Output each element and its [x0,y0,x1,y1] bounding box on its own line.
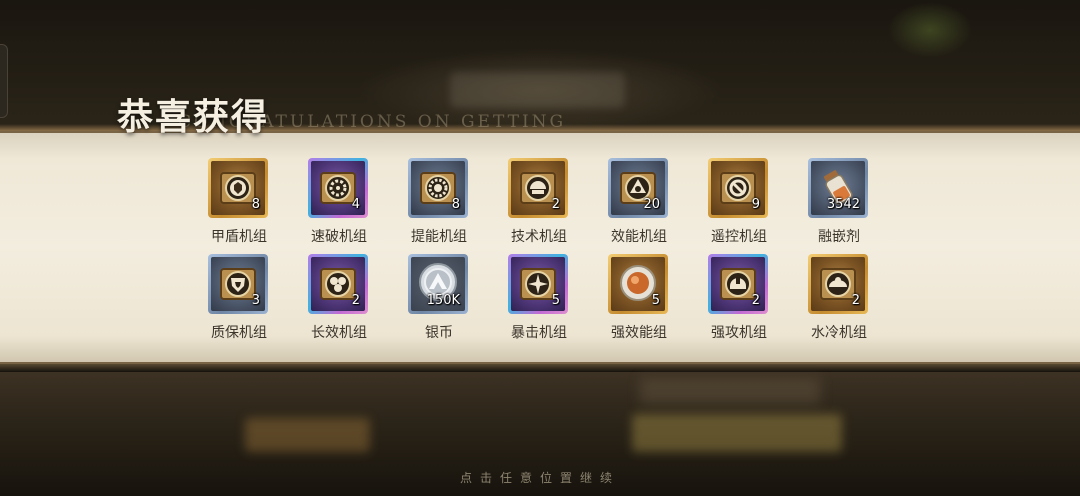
item-count: 2 [851,293,860,308]
item-count: 8 [451,197,460,212]
reward-item[interactable]: 150K 银币 [407,254,471,341]
item-frame: 9 [708,158,768,218]
item-count: 5 [551,293,560,308]
item-label: 强攻机组 [711,325,767,341]
item-frame: 2 [708,254,768,314]
item-frame: 2 [308,254,368,314]
tap-to-continue-hint: 点击任意位置继续 [459,471,620,485]
reward-item[interactable]: 9 遥控机组 [707,158,771,245]
item-frame: 8 [208,158,268,218]
title-heading: 恭喜获得 [117,96,270,138]
item-count: 5 [651,293,660,308]
reward-item[interactable]: 5 暴击机组 [507,254,571,341]
reward-item[interactable]: 2 技术机组 [507,158,571,245]
item-label: 提能机组 [411,229,467,245]
item-frame: 5 [608,254,668,314]
item-count: 2 [351,293,360,308]
reward-item[interactable]: 8 甲盾机组 [207,158,271,245]
blurred-top-bar [450,72,625,108]
item-count: 150K [426,293,460,308]
item-frame: 2 [808,254,868,314]
reward-item[interactable]: 2 长效机组 [307,254,371,341]
item-frame: 2 [508,158,568,218]
blurred-button-right [632,414,842,452]
item-frame: 3542 [808,158,868,218]
item-label: 效能机组 [611,229,667,245]
item-label: 质保机组 [211,325,267,341]
blurred-bottom-light [640,378,820,404]
item-frame: 20 [608,158,668,218]
item-label: 遥控机组 [711,229,767,245]
reward-item[interactable]: 5 强效能组 [607,254,671,341]
item-count: 4 [351,197,360,212]
reward-item[interactable]: 3542 融嵌剂 [807,158,871,245]
item-count: 2 [551,197,560,212]
item-label: 暴击机组 [511,325,567,341]
item-label: 水冷机组 [811,325,867,341]
reward-item[interactable]: 20 效能机组 [607,158,671,245]
item-count: 2 [751,293,760,308]
item-label: 甲盾机组 [211,229,267,245]
item-label: 银币 [425,325,453,341]
item-count: 20 [643,197,660,212]
item-label: 技术机组 [511,229,567,245]
side-tab [0,44,8,118]
reward-item[interactable]: 4 速破机组 [307,158,371,245]
item-frame: 150K [408,254,468,314]
item-frame: 4 [308,158,368,218]
item-label: 融嵌剂 [818,229,860,245]
item-label: 强效能组 [611,325,667,341]
blurred-button-left [245,418,370,452]
band-bottom-edge [0,364,1080,372]
item-count: 3542 [826,197,860,212]
item-frame: 3 [208,254,268,314]
reward-grid: 8 甲盾机组 4 速破机组 8 提能机组 2 技术机组 20 效能机组 9 遥控… [207,158,887,348]
item-label: 长效机组 [311,325,367,341]
reward-item[interactable]: 3 质保机组 [207,254,271,341]
item-label: 速破机组 [311,229,367,245]
item-count: 3 [251,293,260,308]
item-frame: 8 [408,158,468,218]
item-frame: 5 [508,254,568,314]
item-count: 8 [251,197,260,212]
reward-item[interactable]: 8 提能机组 [407,158,471,245]
reward-item[interactable]: 2 强攻机组 [707,254,771,341]
reward-item[interactable]: 2 水冷机组 [807,254,871,341]
item-count: 9 [751,197,760,212]
